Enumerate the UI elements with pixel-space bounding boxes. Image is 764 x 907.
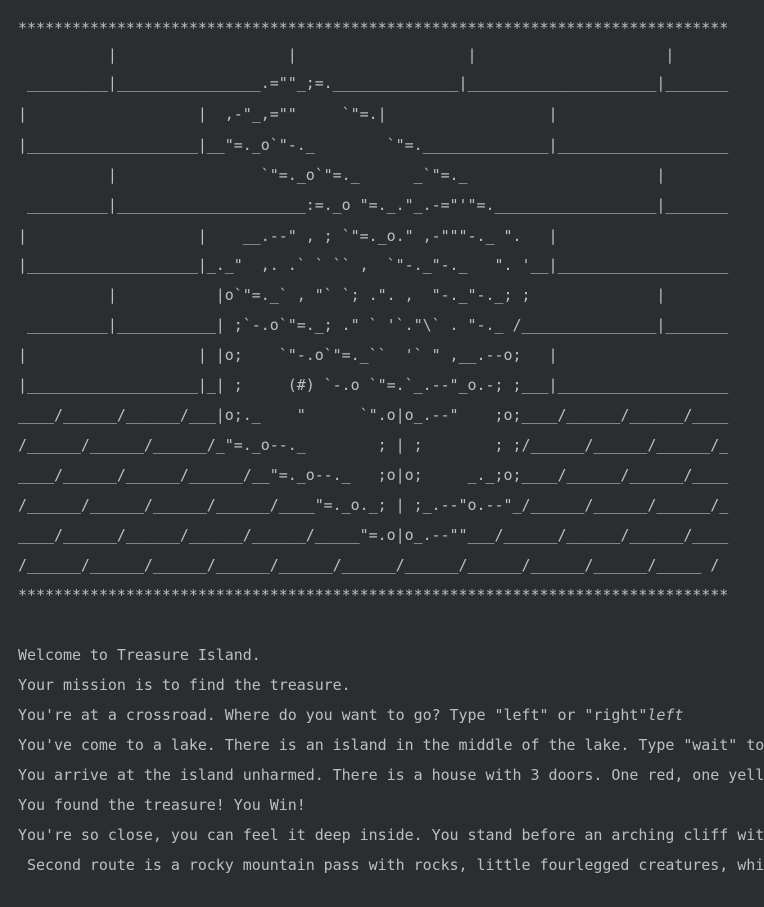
ascii-art-line: _________|___________| ;`-.o`"=._; ." ` …	[18, 316, 729, 334]
lake-message: You've come to a lake. There is an islan…	[18, 736, 764, 754]
second-route-message: Second route is a rocky mountain pass wi…	[18, 856, 764, 874]
ascii-art-line: _________|_____________________:=._o "=.…	[18, 196, 729, 214]
ascii-art-line: | | |o; `"-.o`"=._`` '` " ,__.--o; |	[18, 346, 558, 364]
cliff-message: You're so close, you can feel it deep in…	[18, 826, 764, 844]
ascii-art-line: | | | |	[18, 46, 675, 64]
ascii-art-line: ____/______/______/___|o;._ " `".o|o_.--…	[18, 406, 729, 424]
console-output[interactable]: ****************************************…	[0, 0, 764, 907]
mission-message: Your mission is to find the treasure.	[18, 676, 351, 694]
ascii-art-line: |___________________|_| ; (#) `-.o `"=.`…	[18, 376, 729, 394]
ascii-art-line: /______/______/______/______/____"=._o._…	[18, 496, 729, 514]
ascii-art-line: ____/______/______/______/__"=._o--._ ;o…	[18, 466, 729, 484]
user-input-left: left	[647, 706, 684, 724]
ascii-art-line: | | ,-"_,="" `"=.| |	[18, 105, 558, 123]
crossroad-prompt-line: You're at a crossroad. Where do you want…	[18, 706, 683, 724]
welcome-message: Welcome to Treasure Island.	[18, 646, 261, 664]
island-message: You arrive at the island unharmed. There…	[18, 766, 764, 784]
crossroad-prompt: You're at a crossroad. Where do you want…	[18, 706, 648, 724]
ascii-art-line: ****************************************…	[18, 19, 729, 37]
ascii-art-line: |___________________|__"=._o`"-._ `"=.__…	[18, 136, 729, 154]
ascii-art-line: ****************************************…	[18, 586, 729, 604]
ascii-art-line: _________|________________.=""_;=.______…	[18, 74, 729, 92]
ascii-art-line: ____/______/______/______/______/_____"=…	[18, 526, 729, 544]
ascii-art-line: | | __.--" , ; `"=._o." ,-"""-._ ". |	[18, 227, 558, 245]
ascii-art-line: |___________________|_._" ,. .` ` `` , `…	[18, 256, 729, 274]
ascii-art-line: | |o`"=._` , "` `; .". , "-._"-._; ; |	[18, 286, 666, 304]
ascii-art-line: | `"=._o`"=._ _`"=._ |	[18, 166, 666, 184]
win-message: You found the treasure! You Win!	[18, 796, 306, 814]
ascii-art-line: /______/______/______/______/______/____…	[18, 556, 720, 574]
ascii-art-line: /______/______/______/_"=._o--._ ; | ; ;…	[18, 436, 729, 454]
